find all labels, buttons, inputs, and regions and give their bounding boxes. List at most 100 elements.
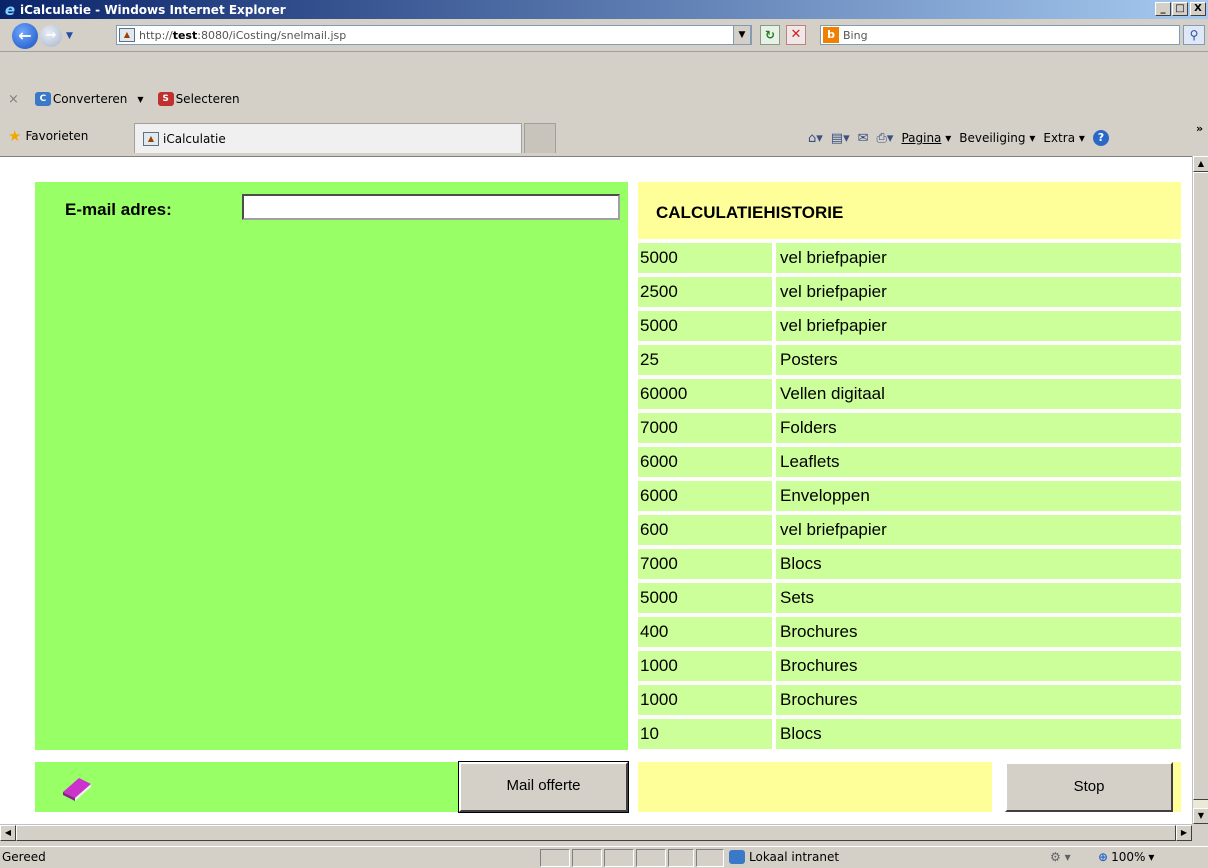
command-right: ⌂▾ ▤▾ ✉ ⎙▾ Pagina ▾ Beveiliging ▾ Extra … (808, 130, 1109, 146)
chevron-more-icon[interactable]: » (1196, 122, 1203, 135)
zoom-level: 100% (1111, 850, 1146, 864)
maximize-button[interactable]: □ (1172, 2, 1188, 16)
help-icon[interactable]: ? (1092, 130, 1109, 146)
history-qty: 5000 (638, 583, 772, 613)
history-row[interactable]: 7000 Blocs (638, 549, 1181, 579)
favorites-button[interactable]: ★ Favorieten (8, 127, 89, 145)
minimize-button[interactable]: _ (1155, 2, 1171, 16)
history-table: 5000 vel briefpapier 2500 vel briefpapier 50… (638, 243, 1181, 753)
scroll-up-button[interactable]: ▲ (1193, 156, 1208, 172)
close-toolbar-icon[interactable]: × (8, 92, 19, 107)
history-row[interactable]: 25 Posters (638, 345, 1181, 375)
protected-mode-icon[interactable]: ⚙ ▾ (1050, 850, 1071, 864)
status-segment (696, 849, 724, 867)
history-row[interactable]: 400 Brochures (638, 617, 1181, 647)
email-panel: E-mail adres: (35, 182, 628, 750)
history-qty: 60000 (638, 379, 772, 409)
command-bar: × C Converteren ▼ S Selecteren (0, 84, 1208, 114)
favorites-label: Favorieten (25, 129, 89, 143)
mail-offerte-button[interactable]: Mail offerte (458, 761, 629, 813)
selecteren-button[interactable]: S Selecteren (157, 92, 240, 106)
history-qty: 7000 (638, 549, 772, 579)
vertical-scroll-thumb[interactable] (1193, 172, 1208, 800)
new-tab-button[interactable] (524, 123, 556, 153)
back-button[interactable]: ← (12, 23, 38, 49)
scroll-down-button[interactable]: ▼ (1193, 808, 1208, 824)
zoom-control[interactable]: ⊕ 100% ▾ (1098, 850, 1154, 864)
converteren-icon: C (34, 92, 51, 106)
scroll-left-button[interactable]: ◀ (0, 825, 16, 841)
stop-loading-button[interactable]: ✕ (786, 25, 806, 45)
forward-button[interactable]: → (40, 25, 62, 47)
history-row[interactable]: 5000 vel briefpapier (638, 311, 1181, 341)
history-desc: Brochures (776, 617, 1181, 647)
beveiliging-menu[interactable]: Beveiliging ▾ (959, 131, 1035, 145)
history-row[interactable]: 60000 Vellen digitaal (638, 379, 1181, 409)
vertical-scrollbar[interactable]: ▲ ▼ (1192, 156, 1208, 824)
history-desc: Folders (776, 413, 1181, 443)
history-qty: 1000 (638, 685, 772, 715)
tab-title: iCalculatie (163, 131, 226, 146)
horizontal-scrollbar[interactable]: ◀ ▶ (0, 824, 1192, 841)
history-row[interactable]: 1000 Brochures (638, 651, 1181, 681)
refresh-button[interactable]: ↻ (760, 25, 780, 45)
history-desc: Sets (776, 583, 1181, 613)
history-row[interactable]: 600 vel briefpapier (638, 515, 1181, 545)
feeds-icon[interactable]: ▤▾ (831, 131, 850, 146)
history-qty: 400 (638, 617, 772, 647)
history-row[interactable]: 7000 Folders (638, 413, 1181, 443)
horizontal-scroll-thumb[interactable] (16, 825, 1176, 841)
pagina-menu[interactable]: Pagina ▾ (901, 131, 951, 145)
history-row[interactable]: 5000 vel briefpapier (638, 243, 1181, 273)
home-icon[interactable]: ⌂▾ (808, 131, 823, 146)
tab-icalculatie[interactable]: ▲ iCalculatie (134, 123, 522, 153)
history-qty: 6000 (638, 481, 772, 511)
history-row[interactable]: 1000 Brochures (638, 685, 1181, 715)
history-desc: Brochures (776, 651, 1181, 681)
url-rest: :8080/iCosting/snelmail.jsp (197, 28, 347, 42)
email-field[interactable] (242, 194, 620, 220)
history-row[interactable]: 6000 Leaflets (638, 447, 1181, 477)
history-qty: 6000 (638, 447, 772, 477)
footer-divider (992, 762, 1005, 812)
history-qty: 25 (638, 345, 772, 375)
url-dropdown-button[interactable]: ▼ (733, 25, 751, 45)
page-content: E-mail adres: CALCULATIEHISTORIE 5000 vel… (0, 156, 1192, 824)
converteren-button[interactable]: C Converteren (34, 92, 127, 106)
page-icon: ▲ (119, 28, 135, 42)
close-button[interactable]: X (1190, 2, 1206, 16)
email-footer: Mail offerte (35, 761, 629, 813)
history-desc: Posters (776, 345, 1181, 375)
scroll-right-button[interactable]: ▶ (1176, 825, 1192, 841)
selecteren-icon: S (157, 92, 174, 106)
window-titlebar: e iCalculatie - Windows Internet Explore… (0, 0, 1208, 19)
history-desc: Brochures (776, 685, 1181, 715)
book-icon[interactable] (61, 774, 93, 802)
url-input[interactable]: ▲ http://test:8080/iCosting/snelmail.jsp (116, 25, 752, 45)
history-row[interactable]: 5000 Sets (638, 583, 1181, 613)
history-row[interactable]: 10 Blocs (638, 719, 1181, 749)
history-row[interactable]: 2500 vel briefpapier (638, 277, 1181, 307)
history-desc: vel briefpapier (776, 311, 1181, 341)
selecteren-label: Selecteren (175, 92, 240, 106)
tab-page-icon: ▲ (143, 131, 159, 146)
history-desc: Leaflets (776, 447, 1181, 477)
zoom-dropdown-icon: ▾ (1148, 850, 1155, 864)
extra-menu[interactable]: Extra ▾ (1043, 131, 1085, 145)
status-segment (668, 849, 694, 867)
history-dropdown-icon[interactable]: ▼ (66, 31, 73, 41)
security-zone[interactable]: Lokaal intranet (729, 850, 839, 864)
converteren-dropdown-icon[interactable]: ▼ (137, 95, 143, 104)
history-title: CALCULATIEHISTORIE (656, 203, 844, 222)
history-desc: Vellen digitaal (776, 379, 1181, 409)
mail-icon[interactable]: ✉ (858, 131, 869, 146)
history-row[interactable]: 6000 Enveloppen (638, 481, 1181, 511)
search-input[interactable]: b Bing (820, 25, 1180, 45)
window-title: iCalculatie - Windows Internet Explorer (20, 2, 286, 17)
star-icon: ★ (8, 127, 22, 145)
search-button[interactable]: ⚲ (1183, 25, 1205, 45)
history-desc: vel briefpapier (776, 277, 1181, 307)
print-icon[interactable]: ⎙▾ (877, 131, 894, 146)
stop-button[interactable]: Stop (1005, 762, 1173, 812)
status-segment (540, 849, 570, 867)
